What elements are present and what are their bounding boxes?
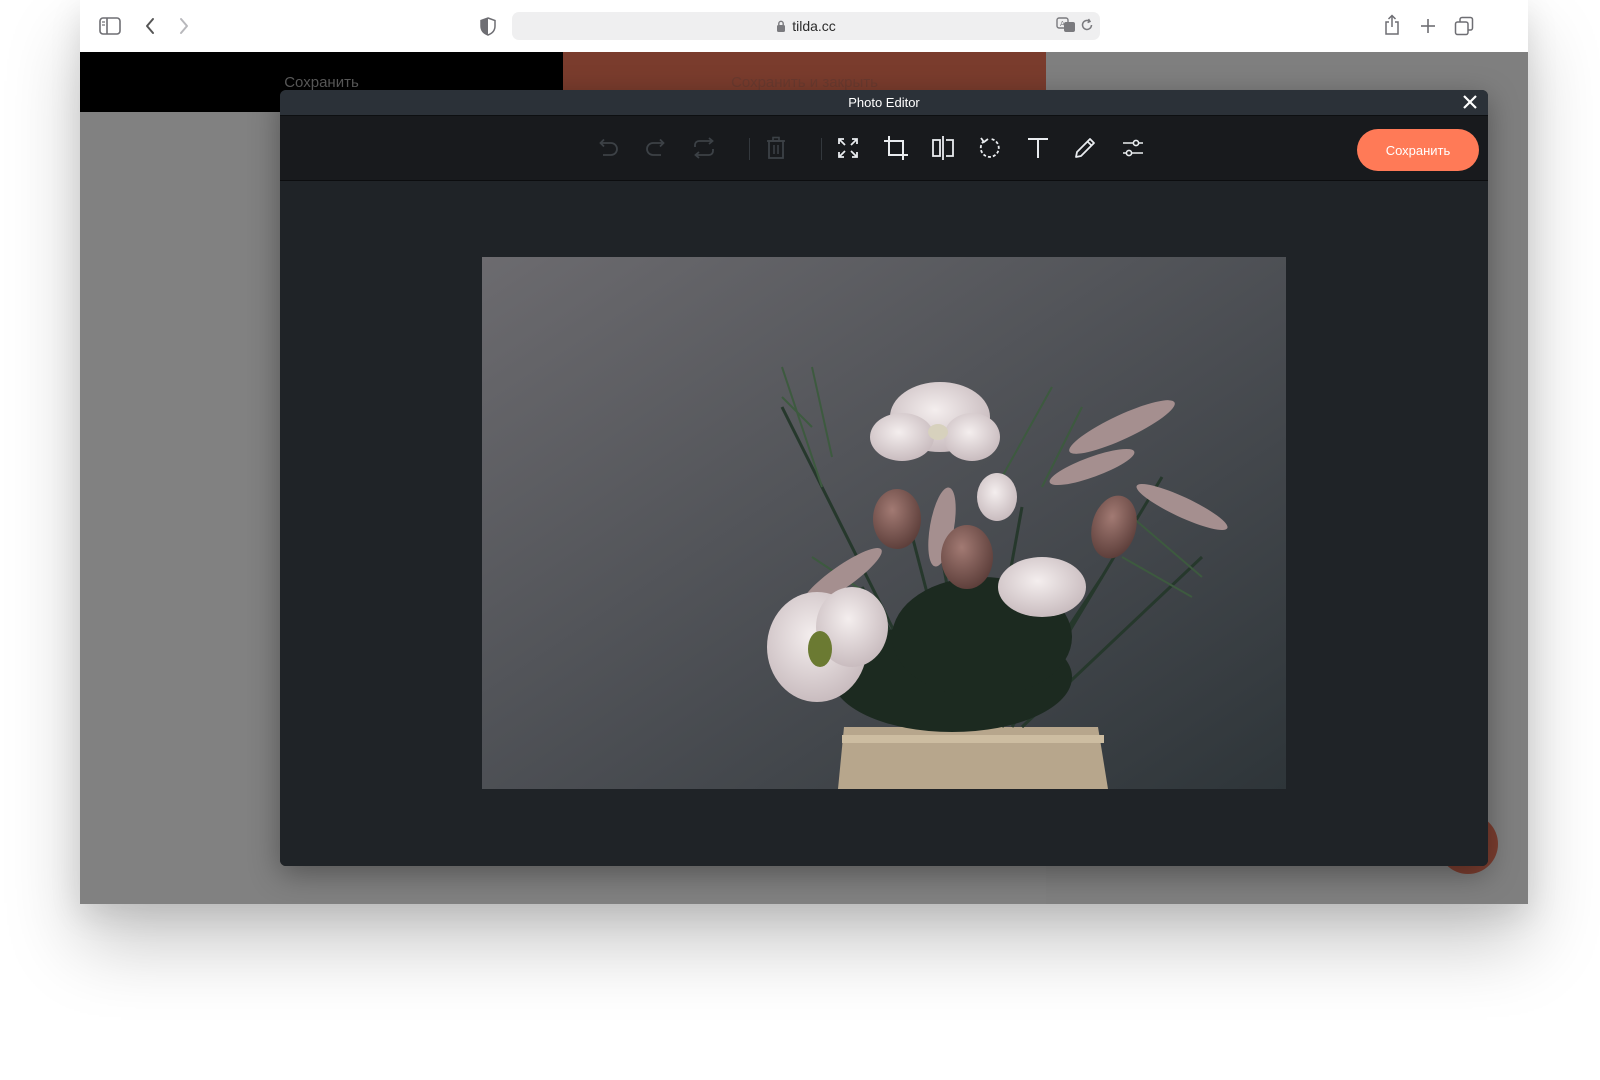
toolbar-divider bbox=[821, 138, 822, 160]
browser-window: tilda.cc A Сохранить Сохранить и закрыть… bbox=[80, 0, 1528, 904]
text-icon[interactable] bbox=[1022, 132, 1054, 164]
chevron-left-icon[interactable] bbox=[138, 14, 162, 38]
modal-title: Photo Editor bbox=[848, 95, 920, 110]
modal-title-bar: Photo Editor bbox=[280, 90, 1488, 116]
reset-icon[interactable] bbox=[688, 132, 720, 164]
redo-icon[interactable] bbox=[640, 132, 672, 164]
browser-toolbar: tilda.cc A bbox=[80, 0, 1528, 52]
delete-icon[interactable] bbox=[760, 132, 792, 164]
resize-icon[interactable] bbox=[832, 132, 864, 164]
share-icon[interactable] bbox=[1380, 12, 1404, 38]
flower-photo[interactable] bbox=[482, 257, 1286, 789]
draw-icon[interactable] bbox=[1069, 132, 1101, 164]
rotate-icon[interactable] bbox=[975, 132, 1007, 164]
lock-icon bbox=[776, 20, 786, 32]
toolbar-divider bbox=[749, 138, 750, 160]
adjust-icon[interactable] bbox=[1117, 132, 1149, 164]
undo-icon[interactable] bbox=[592, 132, 624, 164]
crop-icon[interactable] bbox=[880, 132, 912, 164]
svg-text:A: A bbox=[1060, 20, 1065, 28]
chevron-right-icon[interactable] bbox=[172, 14, 196, 38]
address-bar[interactable]: tilda.cc A bbox=[512, 12, 1100, 40]
photo-editor-modal: Photo Editor Сохранить bbox=[280, 90, 1488, 866]
sidebar-icon[interactable] bbox=[98, 14, 122, 38]
close-icon[interactable] bbox=[1460, 92, 1480, 112]
editor-canvas bbox=[280, 181, 1488, 866]
url-text: tilda.cc bbox=[792, 18, 836, 34]
shield-icon[interactable] bbox=[476, 14, 500, 38]
flip-icon[interactable] bbox=[927, 132, 959, 164]
plus-icon[interactable] bbox=[1416, 14, 1440, 38]
editor-toolbar: Сохранить bbox=[280, 116, 1488, 181]
reload-icon[interactable] bbox=[1080, 18, 1094, 37]
translate-icon[interactable]: A bbox=[1056, 17, 1076, 38]
tabs-overview-icon[interactable] bbox=[1452, 14, 1476, 38]
editor-save-button[interactable]: Сохранить bbox=[1357, 129, 1479, 171]
